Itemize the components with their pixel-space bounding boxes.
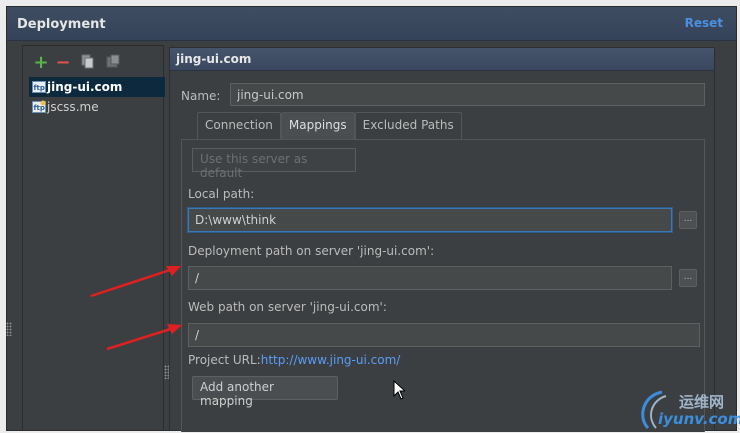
dialog-title: Deployment xyxy=(17,17,106,32)
use-as-default-button[interactable]: Use this server as default xyxy=(192,148,356,180)
annotation-arrow-icon xyxy=(106,324,182,351)
server-detail-header: jing-ui.com xyxy=(170,48,714,71)
server-toolbar: + − xyxy=(23,46,165,76)
deployment-path-label: Deployment path on server 'jing-ui.com': xyxy=(188,244,435,258)
minus-icon[interactable]: − xyxy=(55,52,71,73)
local-path-browse-button[interactable]: ... xyxy=(679,211,697,229)
mappings-panel: Use this server as default Local path: .… xyxy=(181,139,705,432)
project-url-link[interactable]: http://www.jing-ui.com/ xyxy=(261,353,401,367)
deployment-path-field[interactable] xyxy=(188,266,672,290)
server-tree: ftp jing-ui.com ftp jscss.me xyxy=(29,77,165,117)
server-item-jscss[interactable]: ftp jscss.me xyxy=(29,97,165,117)
project-url-label: Project URL: xyxy=(188,353,261,367)
tab-mappings[interactable]: Mappings xyxy=(280,112,355,139)
project-url-row: Project URL:http://www.jing-ui.com/ xyxy=(188,353,400,367)
web-path-field[interactable] xyxy=(188,323,700,347)
server-item-jing-ui[interactable]: ftp jing-ui.com xyxy=(29,77,165,97)
ftp-server-icon: ftp xyxy=(32,81,46,93)
name-label: Name: xyxy=(181,89,221,103)
server-item-label: jing-ui.com xyxy=(47,80,123,94)
left-edge-grip[interactable] xyxy=(6,322,12,336)
dialog-titlebar: Deployment Reset xyxy=(7,7,736,41)
reset-link[interactable]: Reset xyxy=(685,16,723,30)
tab-strip: Connection Mappings Excluded Paths xyxy=(197,112,462,139)
server-item-label: jscss.me xyxy=(47,100,99,114)
local-path-label: Local path: xyxy=(188,187,255,201)
name-field[interactable] xyxy=(230,83,705,106)
watermark-en: iyunv.com xyxy=(658,410,740,428)
plus-icon[interactable]: + xyxy=(33,52,49,73)
web-path-label: Web path on server 'jing-ui.com': xyxy=(188,300,387,314)
svg-text:ftp: ftp xyxy=(34,84,45,92)
local-path-field[interactable] xyxy=(188,208,672,232)
watermark-cn: 运维网 xyxy=(679,393,725,411)
deployment-path-browse-button[interactable]: ... xyxy=(679,269,697,287)
server-detail-pane: jing-ui.com Name: Connection Mappings Ex… xyxy=(169,47,715,432)
tab-connection[interactable]: Connection xyxy=(197,112,281,139)
server-list-pane: + − ftp jing-ui.com ftp jscss.me xyxy=(22,45,165,431)
server-icon[interactable] xyxy=(105,54,121,70)
mouse-cursor-icon xyxy=(393,380,405,400)
annotation-arrow-icon xyxy=(90,266,181,298)
add-mapping-button[interactable]: Add another mapping xyxy=(192,376,338,408)
copy-icon[interactable] xyxy=(80,54,96,70)
ftp-server-icon: ftp xyxy=(32,100,46,113)
tab-excluded-paths[interactable]: Excluded Paths xyxy=(354,112,462,139)
